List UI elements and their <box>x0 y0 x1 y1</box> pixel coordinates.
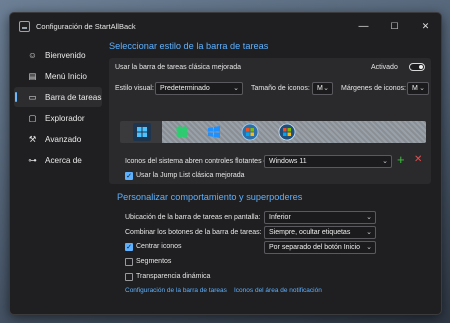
visual-style-value: Predeterminado <box>160 85 210 92</box>
behavior-section-title: Personalizar comportamiento y superpoder… <box>117 192 303 202</box>
center-icons-label: Centrar iconos <box>136 243 182 250</box>
notification-icons-link[interactable]: Iconos del área de notificación <box>234 287 322 294</box>
chevron-down-icon: ⌄ <box>419 85 425 92</box>
chevron-down-icon: ⌄ <box>382 158 388 165</box>
remove-icon[interactable]: ✕ <box>414 154 422 165</box>
minimize-button[interactable]: — <box>348 13 379 39</box>
combine-buttons-dropdown[interactable]: Siempre, ocultar etiquetas ⌄ <box>264 226 376 239</box>
location-value: Inferior <box>269 214 291 221</box>
sidebar-item-acerca-de[interactable]: ⊶ Acerca de <box>14 150 102 170</box>
icon-margins-label: Márgenes de iconos: <box>341 85 406 92</box>
sidebar-item-bienvenido[interactable]: ☺ Bienvenido <box>14 45 102 65</box>
icon-margins-value: M <box>412 85 418 92</box>
about-icon: ⊶ <box>28 154 37 165</box>
flyout-controls-label: Iconos del sistema abren controles flota… <box>125 158 274 165</box>
close-button[interactable]: ✕ <box>410 13 441 39</box>
sidebar-item-label: Explorador <box>45 113 85 123</box>
add-icon[interactable]: + <box>397 152 405 167</box>
app-icon <box>19 20 30 32</box>
main-content: Seleccionar estilo de la barra de tareas… <box>109 39 441 314</box>
sidebar-item-label: Acerca de <box>45 155 82 165</box>
sidebar-item-barra-de-tareas[interactable]: ▭ Barra de tareas <box>14 87 102 107</box>
sidebar-item-explorador[interactable]: ▢ Explorador <box>14 108 102 128</box>
taskbar-icon: ▭ <box>28 91 37 102</box>
classic-taskbar-toggle[interactable] <box>409 63 425 71</box>
taskbar-style-preview[interactable] <box>120 121 426 143</box>
taskbar-style-section-title: Seleccionar estilo de la barra de tareas <box>109 41 269 51</box>
preview-selected-style[interactable] <box>133 123 151 141</box>
segments-label: Segmentos <box>136 258 172 265</box>
classic-taskbar-label: Usar la barra de tareas clásica mejorada <box>115 64 242 71</box>
clover-style-icon[interactable] <box>174 124 190 140</box>
chevron-down-icon: ⌄ <box>366 214 372 221</box>
combine-buttons-label: Combinar los botones de la barra de tare… <box>125 229 262 236</box>
sidebar-item-label: Bienvenido <box>45 50 86 60</box>
visual-style-dropdown[interactable]: Predeterminado ⌄ <box>155 82 243 95</box>
center-mode-value: Por separado del botón Inicio <box>269 244 361 251</box>
sidebar-item-menu-inicio[interactable]: ▤ Menú Inicio <box>14 66 102 86</box>
sidebar-item-avanzado[interactable]: ⚒ Avanzado <box>14 129 102 149</box>
windows11-logo-icon <box>137 127 147 137</box>
icon-size-dropdown[interactable]: M ⌄ <box>312 82 333 95</box>
title-bar[interactable]: Configuración de StartAllBack — ☐ ✕ <box>10 13 441 39</box>
window-title: Configuración de StartAllBack <box>36 21 136 31</box>
chevron-down-icon: ⌄ <box>323 85 329 92</box>
segments-checkbox[interactable] <box>125 258 133 266</box>
sidebar-item-label: Avanzado <box>45 134 82 144</box>
smiley-icon: ☺ <box>28 50 37 60</box>
dynamic-transparency-checkbox[interactable] <box>125 273 133 281</box>
caption-buttons: — ☐ ✕ <box>348 13 441 39</box>
location-dropdown[interactable]: Inferior ⌄ <box>264 211 376 224</box>
dynamic-transparency-label: Transparencia dinámica <box>136 273 211 280</box>
icon-size-label: Tamaño de iconos: <box>251 85 310 92</box>
start-menu-icon: ▤ <box>28 70 37 81</box>
sidebar-item-label: Menú Inicio <box>45 71 87 81</box>
sidebar: ☺ Bienvenido ▤ Menú Inicio ▭ Barra de ta… <box>10 39 106 314</box>
location-label: Ubicación de la barra de tareas en panta… <box>125 214 261 221</box>
settings-window: Configuración de StartAllBack — ☐ ✕ ☺ Bi… <box>9 12 442 315</box>
windows7-orb-icon[interactable] <box>241 123 259 141</box>
visual-style-label: Estilo visual: <box>115 85 154 92</box>
chevron-down-icon: ⌄ <box>366 229 372 236</box>
jumplist-label: Usar la Jump List clásica mejorada <box>136 172 245 179</box>
center-icons-checkbox[interactable]: ✓ <box>125 243 133 251</box>
center-mode-dropdown[interactable]: Por separado del botón Inicio ⌄ <box>264 241 376 254</box>
vista-orb-icon[interactable] <box>278 123 296 141</box>
taskbar-config-link[interactable]: Configuración de la barra de tareas <box>125 287 227 294</box>
toggle-state-label: Activado <box>371 64 398 71</box>
folder-icon: ▢ <box>28 112 37 123</box>
icon-size-value: M <box>317 85 323 92</box>
icon-margins-dropdown[interactable]: M ⌄ <box>407 82 429 95</box>
flyout-controls-value: Windows 11 <box>269 158 307 165</box>
maximize-button[interactable]: ☐ <box>379 13 410 39</box>
jumplist-checkbox[interactable]: ✓ <box>125 172 133 180</box>
flyout-controls-dropdown[interactable]: Windows 11 ⌄ <box>264 155 392 168</box>
wrench-icon: ⚒ <box>28 133 37 144</box>
windows10-logo-icon[interactable] <box>206 124 222 140</box>
sidebar-item-label: Barra de tareas <box>45 92 102 102</box>
chevron-down-icon: ⌄ <box>366 244 372 251</box>
combine-buttons-value: Siempre, ocultar etiquetas <box>269 229 351 236</box>
chevron-down-icon: ⌄ <box>233 85 239 92</box>
